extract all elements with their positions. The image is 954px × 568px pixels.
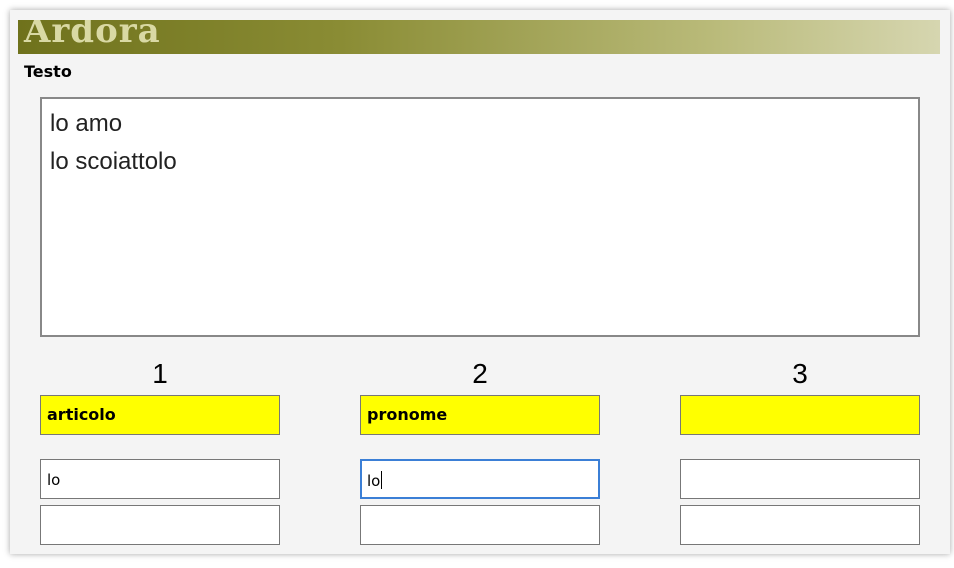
app-title: Ardora: [24, 20, 161, 51]
category-field-2[interactable]: pronome: [360, 395, 600, 435]
text-caret: [381, 471, 383, 489]
text-input-area[interactable]: lo amo lo scoiattolo: [40, 97, 920, 337]
column-number-2: 2: [472, 358, 488, 389]
category-field-1[interactable]: articolo: [40, 395, 280, 435]
column-number-3: 3: [792, 358, 808, 389]
column-number-1: 1: [152, 358, 168, 389]
word-field-1-2[interactable]: [40, 505, 280, 545]
word-field-3-1[interactable]: [680, 459, 920, 499]
text-line: lo amo: [50, 110, 123, 137]
section-label: Testo: [24, 62, 72, 81]
word-field-2-1-value: lo: [367, 472, 381, 490]
word-field-2-1[interactable]: lo: [360, 459, 600, 499]
app-header: Ardora: [18, 20, 940, 54]
category-field-3[interactable]: [680, 395, 920, 435]
word-field-2-2[interactable]: [360, 505, 600, 545]
text-line: lo scoiattolo: [50, 148, 177, 175]
word-field-1-1[interactable]: lo: [40, 459, 280, 499]
word-field-3-2[interactable]: [680, 505, 920, 545]
